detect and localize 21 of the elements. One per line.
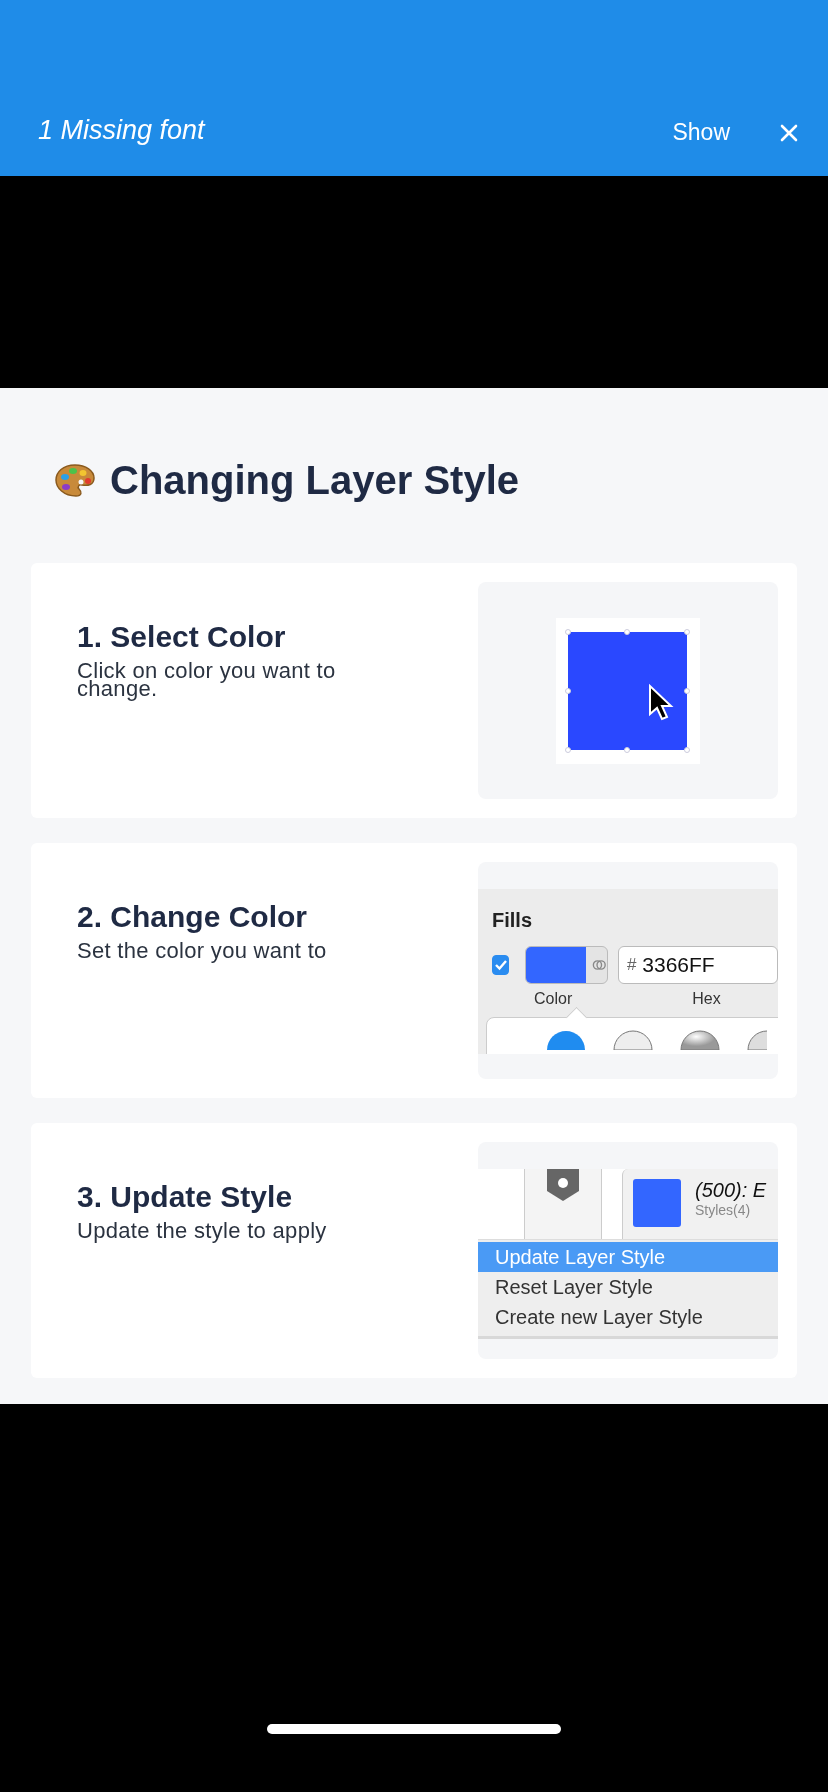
style-name: (500): E xyxy=(695,1179,767,1202)
page-title: Changing Layer Style xyxy=(110,458,519,503)
banner-message: 1 Missing font xyxy=(38,115,207,146)
menu-item[interactable]: Create new Layer Style xyxy=(478,1302,778,1332)
hex-input-field[interactable]: # 3366FF xyxy=(618,946,778,984)
style-group: Styles(4) xyxy=(695,1202,767,1218)
menu-item[interactable]: Reset Layer Style xyxy=(478,1272,778,1302)
color-swatch-button[interactable] xyxy=(525,946,608,984)
step-title: 1. Select Color xyxy=(77,620,287,654)
fills-heading: Fills xyxy=(492,909,533,932)
hex-label: Hex xyxy=(692,990,721,1008)
fill-checkbox[interactable] xyxy=(492,955,510,975)
close-icon[interactable] xyxy=(780,124,798,142)
show-button[interactable]: Show xyxy=(672,119,730,146)
shield-icon[interactable] xyxy=(545,1169,581,1203)
step-title: 3. Update Style xyxy=(77,1180,294,1214)
color-label: Color xyxy=(534,990,573,1008)
paint-palette-icon xyxy=(54,462,96,499)
linked-rings-icon[interactable] xyxy=(592,957,607,973)
style-swatch xyxy=(633,1179,681,1227)
step-title: 2. Change Color xyxy=(77,900,309,934)
